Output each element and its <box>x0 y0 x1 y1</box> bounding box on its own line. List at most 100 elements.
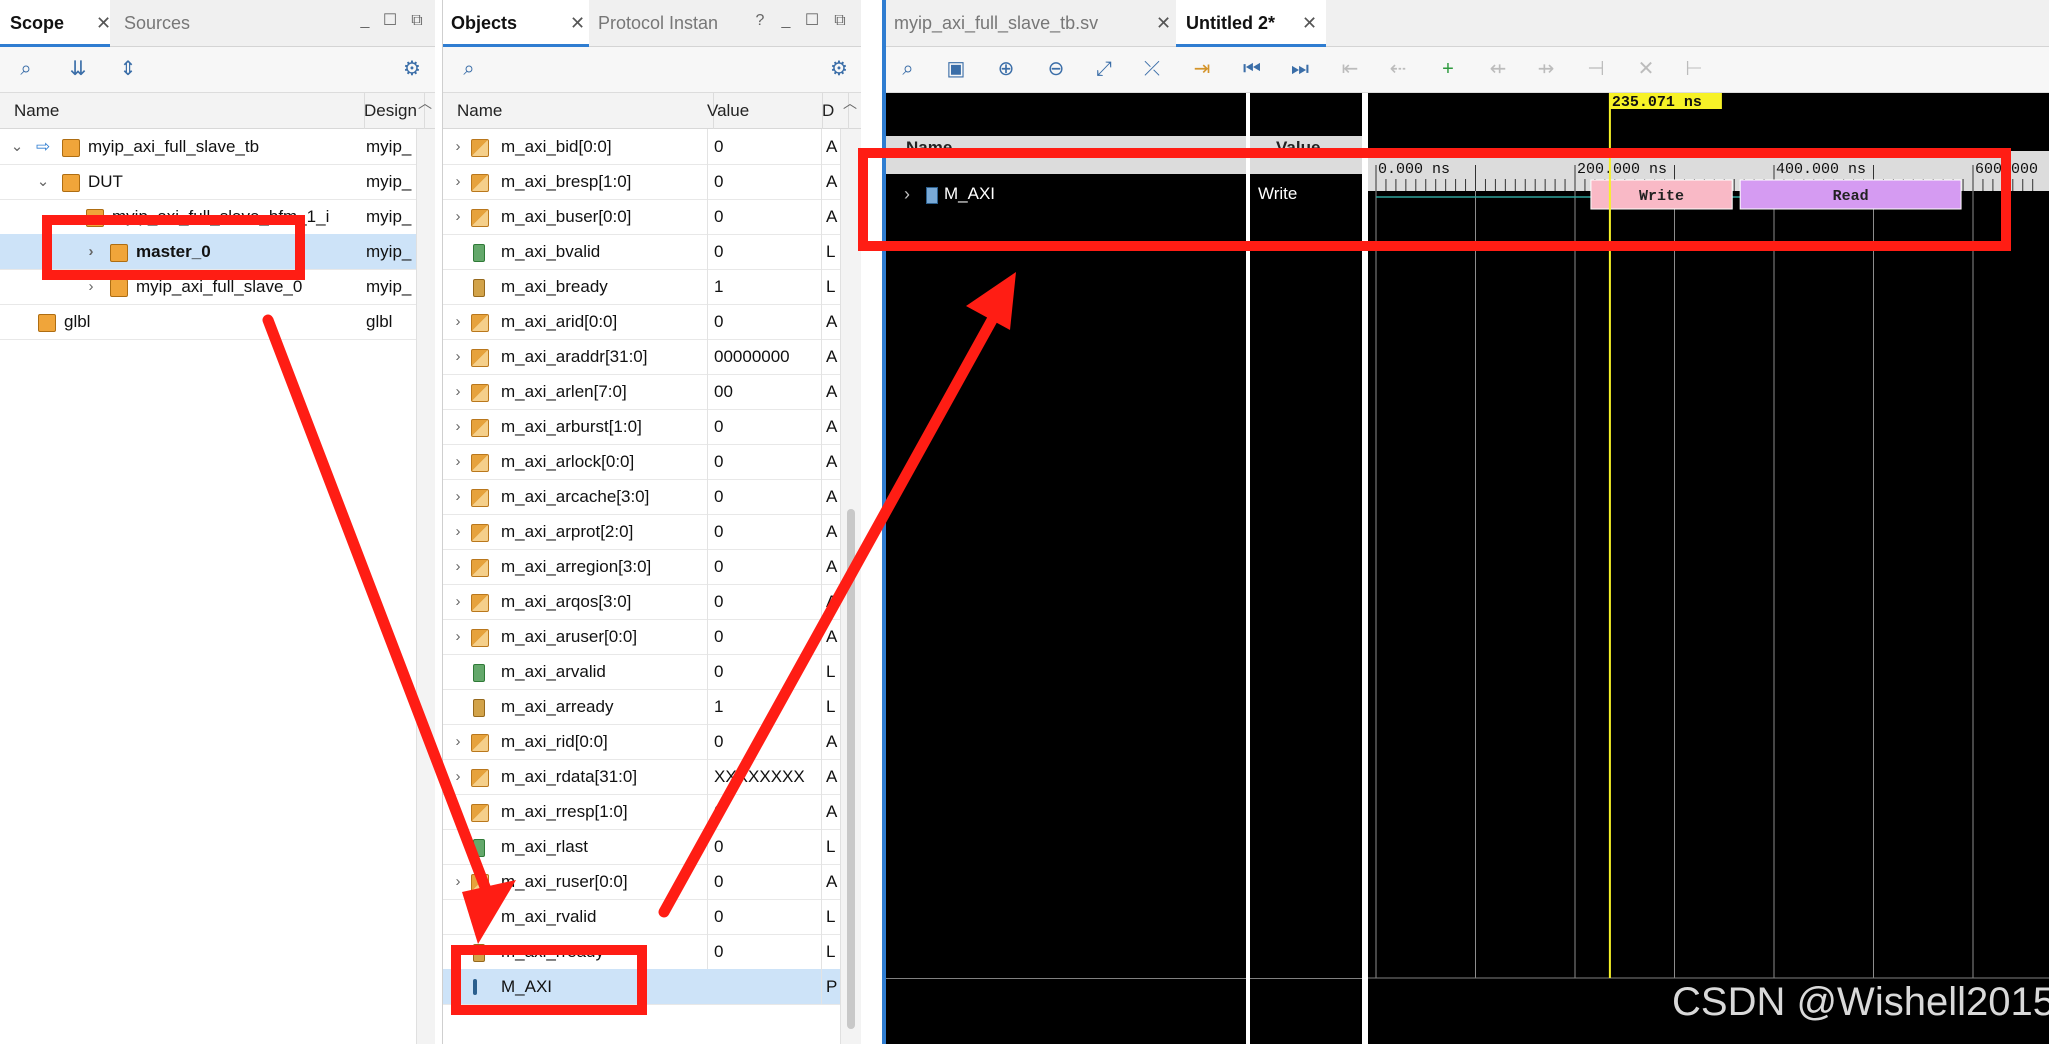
object-row[interactable]: › m_axi_arprot[2:0] 0 A <box>443 514 840 550</box>
object-row[interactable]: › m_axi_bresp[1:0] 0 A <box>443 164 840 200</box>
object-row[interactable]: m_axi_bready 1 L <box>443 269 840 305</box>
chevron-down-icon[interactable]: ⌄ <box>10 129 24 164</box>
object-row[interactable]: m_axi_arvalid 0 L <box>443 654 840 690</box>
object-row[interactable]: › m_axi_arlen[7:0] 00 A <box>443 374 840 410</box>
search-icon[interactable]: ⌕ <box>449 47 489 92</box>
object-row[interactable]: m_axi_arready 1 L <box>443 689 840 725</box>
object-row[interactable]: › m_axi_arid[0:0] 0 A <box>443 304 840 340</box>
next-marker-icon[interactable]: ⇸ <box>1526 47 1566 92</box>
chevron-right-icon[interactable]: › <box>451 619 465 654</box>
tab-tb-source[interactable]: myip_axi_full_slave_tb.sv <box>894 0 1162 47</box>
tab-protocol-instances[interactable]: Protocol Instan <box>598 0 768 47</box>
goto-start-icon[interactable]: ⏮ <box>1232 47 1272 92</box>
help-icon[interactable]: ? <box>751 12 769 30</box>
goto-cursor-icon[interactable]: ⤫ <box>1132 47 1172 92</box>
chevron-right-icon[interactable]: › <box>451 444 465 479</box>
swap-cursors-icon[interactable]: ⇤ <box>1330 47 1370 92</box>
chevron-right-icon[interactable]: › <box>451 339 465 374</box>
marker-left-icon[interactable]: ⊣ <box>1576 47 1616 92</box>
minimize-icon[interactable]: _ <box>777 12 795 30</box>
restore-icon[interactable]: ⧉ <box>831 12 849 30</box>
chevron-right-icon[interactable]: › <box>451 164 465 199</box>
chevron-right-icon[interactable]: › <box>451 514 465 549</box>
object-row[interactable]: › m_axi_rdata[31:0] XXXXXXXX A <box>443 759 840 795</box>
save-icon[interactable]: ▣ <box>936 47 976 92</box>
chevron-right-icon[interactable]: › <box>451 794 465 829</box>
search-icon[interactable]: ⌕ <box>888 47 928 92</box>
add-marker-icon[interactable]: + <box>1428 47 1468 92</box>
object-row[interactable]: › m_axi_arburst[1:0] 0 A <box>443 409 840 445</box>
close-icon[interactable]: ✕ <box>1302 0 1317 47</box>
chevron-down-icon[interactable]: ⌄ <box>36 164 50 199</box>
chevron-right-icon[interactable]: › <box>451 409 465 444</box>
chevron-right-icon[interactable]: › <box>451 584 465 619</box>
scroll-up-icon[interactable]: ︿ <box>843 93 857 113</box>
close-icon[interactable]: ✕ <box>570 0 585 47</box>
tree-design: myip_ <box>366 242 412 261</box>
scope-scrollbar[interactable] <box>416 129 435 1044</box>
tab-objects[interactable]: Objects <box>443 0 589 47</box>
object-row[interactable]: › m_axi_ruser[0:0] 0 A <box>443 864 840 900</box>
maximize-icon[interactable]: ☐ <box>803 12 821 30</box>
gear-icon[interactable]: ⚙ <box>819 47 859 92</box>
object-row[interactable]: › m_axi_arregion[3:0] 0 A <box>443 549 840 585</box>
snap-icon[interactable]: ⊢ <box>1674 47 1714 92</box>
object-row[interactable]: › m_axi_aruser[0:0] 0 A <box>443 619 840 655</box>
tree-row[interactable]: glbl glbl <box>0 304 416 340</box>
close-icon[interactable]: ✕ <box>1156 0 1171 47</box>
object-row[interactable]: › m_axi_rresp[1:0] 0 A <box>443 794 840 830</box>
bus-icon <box>471 594 489 612</box>
maximize-icon[interactable]: ☐ <box>381 12 399 30</box>
objects-scrollbar[interactable] <box>840 129 861 1044</box>
chevron-right-icon[interactable]: › <box>451 304 465 339</box>
prev-transition-icon[interactable]: ⇠ <box>1378 47 1418 92</box>
object-value: 00 <box>707 374 815 409</box>
chevron-right-icon[interactable]: › <box>451 759 465 794</box>
chevron-right-icon[interactable]: › <box>451 199 465 234</box>
object-type: A <box>821 129 840 164</box>
zoom-in-icon[interactable]: ⊕ <box>986 47 1026 92</box>
chevron-right-icon[interactable]: › <box>451 479 465 514</box>
restore-icon[interactable]: ⧉ <box>408 12 426 30</box>
tab-scope[interactable]: Scope <box>0 0 110 47</box>
prev-marker-icon[interactable]: ⇷ <box>1478 47 1518 92</box>
signal-icon <box>473 909 485 927</box>
object-row[interactable]: m_axi_bvalid 0 L <box>443 234 840 270</box>
delete-marker-icon[interactable]: ✕ <box>1626 47 1666 92</box>
column-value[interactable]: Value <box>699 93 823 129</box>
object-row[interactable]: › m_axi_arcache[3:0] 0 A <box>443 479 840 515</box>
chevron-right-icon[interactable]: › <box>451 129 465 164</box>
object-row[interactable]: m_axi_rlast 0 L <box>443 829 840 865</box>
scrollbar-thumb[interactable] <box>847 509 855 1029</box>
chevron-right-icon[interactable]: › <box>451 724 465 759</box>
tab-sources[interactable]: Sources <box>124 0 220 47</box>
tree-row[interactable]: ⌄ DUT myip_ <box>0 164 416 200</box>
chevron-right-icon[interactable]: › <box>451 374 465 409</box>
object-row[interactable]: › m_axi_arlock[0:0] 0 A <box>443 444 840 480</box>
object-row[interactable]: › m_axi_araddr[31:0] 00000000 A <box>443 339 840 375</box>
close-icon[interactable]: ✕ <box>96 0 111 47</box>
column-name[interactable]: Name <box>6 93 365 129</box>
chevron-right-icon[interactable]: › <box>451 864 465 899</box>
search-icon[interactable]: ⌕ <box>6 47 46 92</box>
tree-row[interactable]: ⌄ ⇨ myip_axi_full_slave_tb myip_ <box>0 129 416 165</box>
column-name[interactable]: Name <box>443 93 714 129</box>
goto-end-icon[interactable]: ⏭ <box>1280 47 1320 92</box>
expand-all-icon[interactable]: ⇕ <box>108 47 148 92</box>
marker-icon[interactable]: ⇥ <box>1182 47 1222 92</box>
object-row[interactable]: › m_axi_bid[0:0] 0 A <box>443 129 840 165</box>
object-row[interactable]: m_axi_rvalid 0 L <box>443 899 840 935</box>
minimize-icon[interactable]: _ <box>356 12 374 30</box>
column-design[interactable]: Design <box>356 93 425 129</box>
object-row[interactable]: › m_axi_rid[0:0] 0 A <box>443 724 840 760</box>
object-row[interactable]: › m_axi_buser[0:0] 0 A <box>443 199 840 235</box>
object-row[interactable]: › m_axi_arqos[3:0] 0 A <box>443 584 840 620</box>
gear-icon[interactable]: ⚙ <box>392 47 432 92</box>
zoom-out-icon[interactable]: ⊖ <box>1036 47 1076 92</box>
scroll-up-icon[interactable]: ︿ <box>418 93 432 113</box>
zoom-fit-icon[interactable]: ⤢ <box>1084 47 1124 92</box>
object-type: A <box>821 619 840 654</box>
collapse-all-icon[interactable]: ⇊ <box>58 47 98 92</box>
scope-tabbar: Scope ✕ Sources _ ☐ ⧉ <box>0 0 435 47</box>
chevron-right-icon[interactable]: › <box>451 549 465 584</box>
